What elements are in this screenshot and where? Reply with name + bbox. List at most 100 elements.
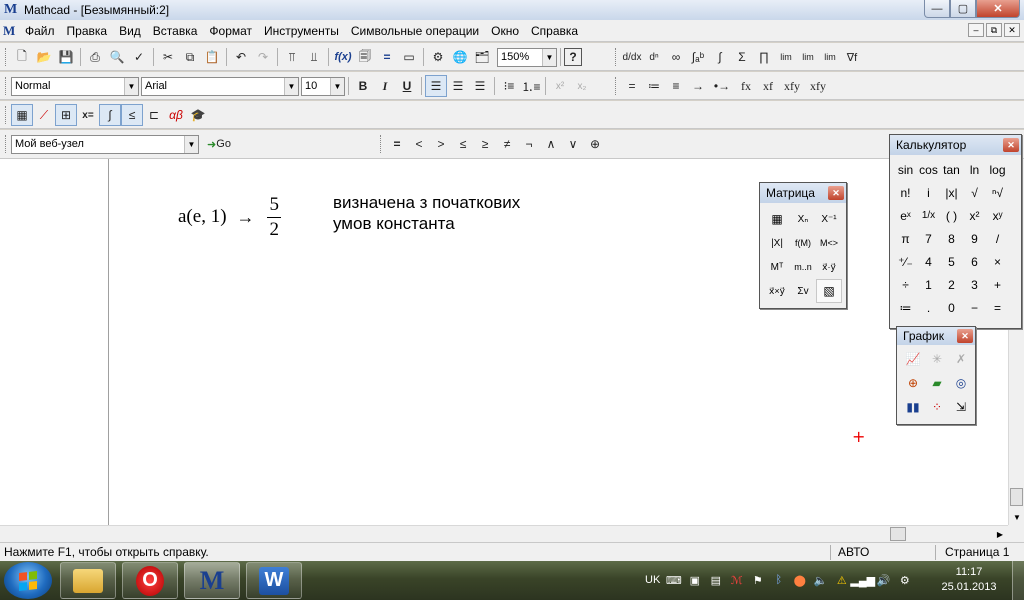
not-button[interactable]: ¬ (518, 133, 540, 155)
subscript-button[interactable]: x₂ (571, 75, 593, 97)
symbolic-palette-icon[interactable]: 🎓 (187, 104, 209, 126)
resources-icon[interactable]: 🌐 (449, 46, 471, 68)
define-button[interactable]: ≔ (643, 75, 665, 97)
graph-palette[interactable]: График ✕ 📈 ✳ ✗ ⊕ ▰ ◎ ▮▮ ⁘ ⇲ (896, 326, 976, 425)
align-right-icon[interactable]: ☰ (469, 75, 491, 97)
component-wizard-icon[interactable]: 🗂 (471, 46, 493, 68)
global-define-button[interactable]: ≡ (665, 75, 687, 97)
greek-palette-icon[interactable]: αβ (165, 104, 187, 126)
not-equal-button[interactable]: ≠ (496, 133, 518, 155)
toolbar-grip[interactable] (5, 106, 8, 124)
picture-button[interactable]: ▧ (816, 279, 842, 303)
start-button[interactable] (4, 562, 52, 599)
print-icon[interactable]: ⎙ (84, 46, 106, 68)
toolbar-grip[interactable] (380, 135, 383, 153)
align-down-icon[interactable]: ⫫ (303, 46, 325, 68)
vector-sum-button[interactable]: Σv (790, 279, 816, 303)
insert-function-icon[interactable]: f(x) (332, 46, 354, 68)
warning-icon[interactable]: ⚠ (834, 573, 849, 588)
summation-icon[interactable]: Σ (731, 46, 753, 68)
indefinite-integral-icon[interactable]: ∫ (709, 46, 731, 68)
settings-icon[interactable]: ⚙ (897, 573, 912, 588)
taskbar-word[interactable]: W (246, 562, 302, 599)
redo-icon[interactable]: ↷ (252, 46, 274, 68)
mathcad-app-icon[interactable]: M (4, 3, 18, 17)
boolean-palette-icon[interactable]: ≤ (121, 104, 143, 126)
calc-reciprocal-button[interactable]: 1/x (917, 204, 940, 227)
mdi-restore-button[interactable]: ⧉ (986, 23, 1002, 37)
range-variable-button[interactable]: m..n (790, 255, 816, 279)
close-icon[interactable]: ✕ (1003, 138, 1019, 152)
vertical-scroll-thumb[interactable] (1010, 488, 1023, 506)
horizontal-scroll-thumb[interactable] (890, 527, 906, 541)
matrix-palette[interactable]: Матрица ✕ ▦ Xₙ X⁻¹ |X| f(M) M<> Mᵀ m..n … (759, 182, 847, 309)
toolbar-grip[interactable] (615, 48, 618, 66)
calc-divide-button[interactable]: ÷ (894, 273, 917, 296)
matrix-palette-icon[interactable]: ⊞ (55, 104, 77, 126)
font-select[interactable]: Arial ▼ (141, 76, 299, 96)
calc-define-button[interactable]: ≔ (894, 296, 917, 319)
calc-2-button[interactable]: 2 (940, 273, 963, 296)
italic-button[interactable]: I (374, 75, 396, 97)
superscript-button[interactable]: x² (549, 75, 571, 97)
calc-power-button[interactable]: xʸ (986, 204, 1009, 227)
scatter-plot-3d-icon[interactable]: ⁘ (925, 395, 949, 419)
copy-icon[interactable]: ⧉ (179, 46, 201, 68)
surface-plot-icon[interactable]: ▰ (925, 371, 949, 395)
calculus-palette-icon[interactable]: ∫ (99, 104, 121, 126)
go-button[interactable]: ➜ Go (199, 133, 239, 155)
calc-5-button[interactable]: 5 (940, 250, 963, 273)
toolbar-grip[interactable] (5, 135, 8, 153)
calc-6-button[interactable]: 6 (963, 250, 986, 273)
calc-mixed-number-button[interactable]: ⁺⁄₋ (894, 250, 917, 273)
programming-palette-icon[interactable]: ⊏ (143, 104, 165, 126)
menu-format[interactable]: Формат (203, 24, 258, 38)
matrix-palette-title-bar[interactable]: Матрица ✕ (760, 183, 846, 203)
polar-plot-disabled-icon[interactable]: ✳ (925, 347, 949, 371)
calc-parentheses-button[interactable]: ( ) (940, 204, 963, 227)
scroll-down-icon[interactable]: ▼ (1009, 509, 1024, 525)
mdi-minimize-button[interactable]: – (968, 23, 984, 37)
toolbar-grip[interactable] (5, 77, 8, 95)
speaker-icon[interactable]: 🔊 (876, 573, 891, 588)
definite-integral-icon[interactable]: ∫ₐᵇ (687, 46, 709, 68)
zoom-plot-disabled-icon[interactable]: ✗ (949, 347, 973, 371)
keyboard-icon[interactable]: ⌨ (666, 573, 682, 588)
flag-icon[interactable]: ⚑ (750, 573, 765, 588)
bar-plot-3d-icon[interactable]: ▮▮ (901, 395, 925, 419)
greater-equal-button[interactable]: ≥ (474, 133, 496, 155)
menu-view[interactable]: Вид (113, 24, 147, 38)
menu-file[interactable]: Файл (19, 24, 61, 38)
undo-icon[interactable]: ↶ (230, 46, 252, 68)
network-monitor-icon[interactable]: ▣ (687, 573, 702, 588)
paste-icon[interactable]: 📋 (201, 46, 223, 68)
calc-tan-button[interactable]: tan (940, 158, 963, 181)
screen-icon[interactable]: ▤ (708, 573, 723, 588)
show-desktop-button[interactable] (1012, 561, 1024, 600)
bullet-list-icon[interactable]: ⁝≡ (498, 75, 520, 97)
zoom-select[interactable]: 150% ▼ (497, 47, 557, 67)
calculator-palette-title-bar[interactable]: Калькулятор ✕ (890, 135, 1021, 155)
align-center-icon[interactable]: ☰ (447, 75, 469, 97)
limit-left-icon[interactable]: lim (819, 46, 841, 68)
matrix-insert-button[interactable]: ▦ (764, 207, 790, 231)
calc-divide-slash-button[interactable]: / (986, 227, 1009, 250)
open-folder-icon[interactable]: 📂 (33, 46, 55, 68)
matrix-inverse-button[interactable]: X⁻¹ (816, 207, 842, 231)
vector-field-plot-icon[interactable]: ⇲ (949, 395, 973, 419)
calc-plus-button[interactable]: + (986, 273, 1009, 296)
taskbar-explorer[interactable] (60, 562, 116, 599)
horizontal-scrollbar[interactable]: ▶ (0, 525, 1008, 542)
menu-edit[interactable]: Правка (61, 24, 114, 38)
document-icon[interactable]: M (3, 23, 19, 39)
calc-nth-root-button[interactable]: ⁿ√ (986, 181, 1009, 204)
menu-insert[interactable]: Вставка (147, 24, 204, 38)
graph-palette-icon[interactable]: ⟋ (33, 104, 55, 126)
close-icon[interactable]: ✕ (828, 186, 844, 200)
security-icon[interactable]: ⬤ (792, 573, 807, 588)
acrobat-icon[interactable]: ℳ (729, 573, 744, 588)
and-button[interactable]: ∧ (540, 133, 562, 155)
bool-equal-button[interactable]: = (386, 133, 408, 155)
greater-than-button[interactable]: > (430, 133, 452, 155)
calc-multiply-button[interactable]: × (986, 250, 1009, 273)
